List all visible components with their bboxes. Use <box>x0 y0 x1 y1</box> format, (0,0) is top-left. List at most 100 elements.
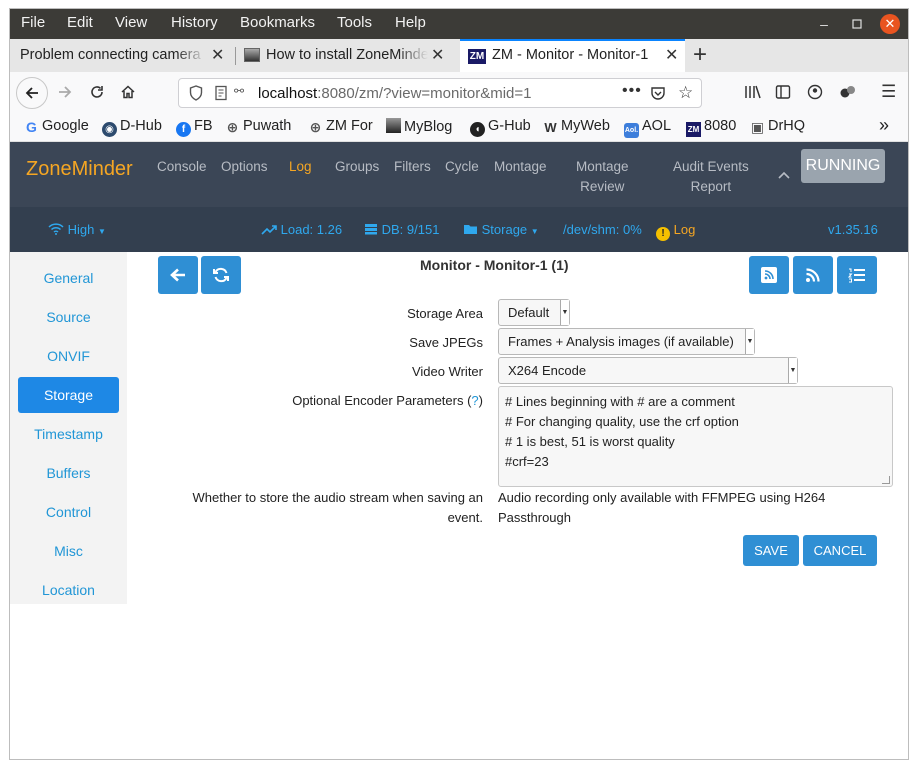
cancel-button[interactable]: CANCEL <box>803 535 877 566</box>
nav-console[interactable]: Console <box>157 157 207 177</box>
sidebar-item-source[interactable]: Source <box>18 299 119 335</box>
back-button[interactable] <box>158 256 198 294</box>
bookmark-dhub[interactable]: ◉ D-Hub <box>102 118 162 137</box>
nav-options[interactable]: Options <box>221 157 268 177</box>
close-window-icon[interactable]: ✕ <box>880 14 900 34</box>
bookmark-fb[interactable]: f FB <box>176 118 213 137</box>
bookmark-aol[interactable]: Aol. AOL <box>624 118 671 138</box>
resize-handle-icon[interactable] <box>882 476 890 484</box>
pocket-icon[interactable] <box>650 85 666 106</box>
menu-help[interactable]: Help <box>395 14 426 31</box>
chevron-down-icon: ▼ <box>560 300 569 325</box>
new-tab-icon[interactable]: + <box>693 39 707 70</box>
maximize-icon[interactable] <box>847 14 867 34</box>
exclamation-icon: ! <box>656 227 670 241</box>
tab-zm-monitor[interactable]: ZM ZM - Monitor - Monitor-1 ✕ <box>460 39 685 72</box>
home-icon[interactable] <box>116 78 140 106</box>
docker-icon: ◉ <box>102 122 117 137</box>
extension-icon[interactable] <box>839 84 857 105</box>
list-button[interactable] <box>837 256 877 294</box>
nav-montage[interactable]: Montage <box>494 157 547 177</box>
bookmark-star-icon[interactable]: ☆ <box>678 83 693 103</box>
facebook-icon: f <box>176 122 191 137</box>
refresh-button[interactable] <box>201 256 241 294</box>
nav-filters[interactable]: Filters <box>394 157 431 177</box>
nav-montage-review[interactable]: Montage Review <box>576 157 629 197</box>
menu-view[interactable]: View <box>115 14 147 31</box>
chevron-down-icon: ▼ <box>745 329 754 354</box>
url-host: localhost <box>258 85 318 102</box>
back-arrow-icon[interactable] <box>16 77 48 109</box>
tab-problem-connecting[interactable]: Problem connecting camera <box>20 39 206 72</box>
forward-arrow-icon[interactable] <box>53 78 77 106</box>
storage-area-select[interactable]: Default ▼ <box>498 299 570 326</box>
bandwidth-dropdown[interactable]: High ▼ <box>48 222 106 237</box>
save-jpegs-select[interactable]: Frames + Analysis images (if available) … <box>498 328 755 355</box>
tab-close-icon[interactable]: ✕ <box>431 39 444 72</box>
page-actions-icon[interactable]: ••• <box>622 82 642 100</box>
sidebar-item-misc[interactable]: Misc <box>18 533 119 569</box>
feed-button[interactable] <box>749 256 789 294</box>
minimize-icon[interactable]: – <box>814 14 834 34</box>
tab-install-zoneminder[interactable]: How to install ZoneMinder <box>244 39 450 72</box>
chevron-right-icon[interactable]: » <box>879 115 889 136</box>
bookmark-google[interactable]: G Google <box>24 118 89 135</box>
tab-close-icon[interactable]: ✕ <box>665 41 678 72</box>
nav-audit-events-report[interactable]: Audit Events Report <box>673 157 749 197</box>
sidebar-icon[interactable] <box>775 84 791 105</box>
chevron-down-icon: ▼ <box>788 358 797 383</box>
page-info-icon[interactable] <box>214 85 228 106</box>
navigation-bar: ⚯ localhost:8080/zm/?view=monitor&mid=1 … <box>10 72 908 112</box>
reload-icon[interactable] <box>85 78 109 106</box>
menu-bookmarks[interactable]: Bookmarks <box>240 14 315 31</box>
version-label[interactable]: v1.35.16 <box>828 222 878 237</box>
library-icon[interactable] <box>744 84 762 105</box>
web-icon: W <box>544 120 557 135</box>
sidebar-item-buffers[interactable]: Buffers <box>18 455 119 491</box>
bookmark-ghub[interactable]: ◖ G-Hub <box>470 118 531 137</box>
nav-groups[interactable]: Groups <box>335 157 379 177</box>
menu-bar: File Edit View History Bookmarks Tools H… <box>10 9 908 39</box>
nav-cycle[interactable]: Cycle <box>445 157 479 177</box>
url-bar[interactable]: ⚯ localhost:8080/zm/?view=monitor&mid=1 … <box>178 78 702 108</box>
storage-dropdown[interactable]: Storage ▼ <box>463 222 539 237</box>
hamburger-menu-icon[interactable]: ☰ <box>881 82 896 102</box>
sidebar-item-timestamp[interactable]: Timestamp <box>18 416 119 452</box>
sidebar-item-location[interactable]: Location <box>18 572 119 608</box>
sidebar-item-storage[interactable]: Storage <box>18 377 119 413</box>
menu-file[interactable]: File <box>21 14 45 31</box>
chevron-up-icon[interactable] <box>778 166 790 184</box>
bookmark-zm-for[interactable]: ⊕ ZM For <box>308 118 373 135</box>
sidebar-item-general[interactable]: General <box>18 260 119 296</box>
zm-navbar: ZoneMinder Console Options Log Groups Fi… <box>10 142 908 207</box>
db-indicator: DB: 9/151 <box>364 222 439 237</box>
save-button[interactable]: SAVE <box>743 535 799 566</box>
database-icon <box>365 224 377 235</box>
permissions-icon[interactable]: ⚯ <box>234 84 244 98</box>
bookmark-puwath[interactable]: ⊕ Puwath <box>225 118 292 135</box>
encoder-params-textarea[interactable]: # Lines beginning with # are a comment #… <box>498 386 893 487</box>
tab-close-icon[interactable]: ✕ <box>211 39 224 72</box>
help-link[interactable]: ? <box>471 393 478 408</box>
sidebar-item-control[interactable]: Control <box>18 494 119 530</box>
running-status-button[interactable]: RUNNING <box>801 149 885 183</box>
menu-tools[interactable]: Tools <box>337 14 372 31</box>
bookmark-myweb[interactable]: W MyWeb <box>543 118 610 135</box>
chart-line-icon <box>261 225 277 235</box>
log-alert[interactable]: ! Log <box>656 222 695 241</box>
menu-history[interactable]: History <box>171 14 218 31</box>
shield-icon[interactable] <box>189 85 203 106</box>
nav-log[interactable]: Log <box>289 157 312 177</box>
bookmark-myblog[interactable]: MyBlog <box>386 118 452 135</box>
url-text[interactable]: localhost:8080/zm/?view=monitor&mid=1 <box>258 85 531 102</box>
menu-edit[interactable]: Edit <box>67 14 93 31</box>
zm-brand[interactable]: ZoneMinder <box>26 158 133 181</box>
rss-button[interactable] <box>793 256 833 294</box>
zm-favicon-icon: ZM <box>468 49 486 64</box>
sidebar-item-onvif[interactable]: ONVIF <box>18 338 119 374</box>
bookmark-8080[interactable]: ZM 8080 <box>686 118 736 137</box>
video-writer-select[interactable]: X264 Encode ▼ <box>498 357 798 384</box>
bookmark-drhq[interactable]: ▣ DrHQ <box>750 118 805 135</box>
account-icon[interactable] <box>807 84 823 105</box>
zm-header: ZoneMinder Console Options Log Groups Fi… <box>10 142 908 252</box>
